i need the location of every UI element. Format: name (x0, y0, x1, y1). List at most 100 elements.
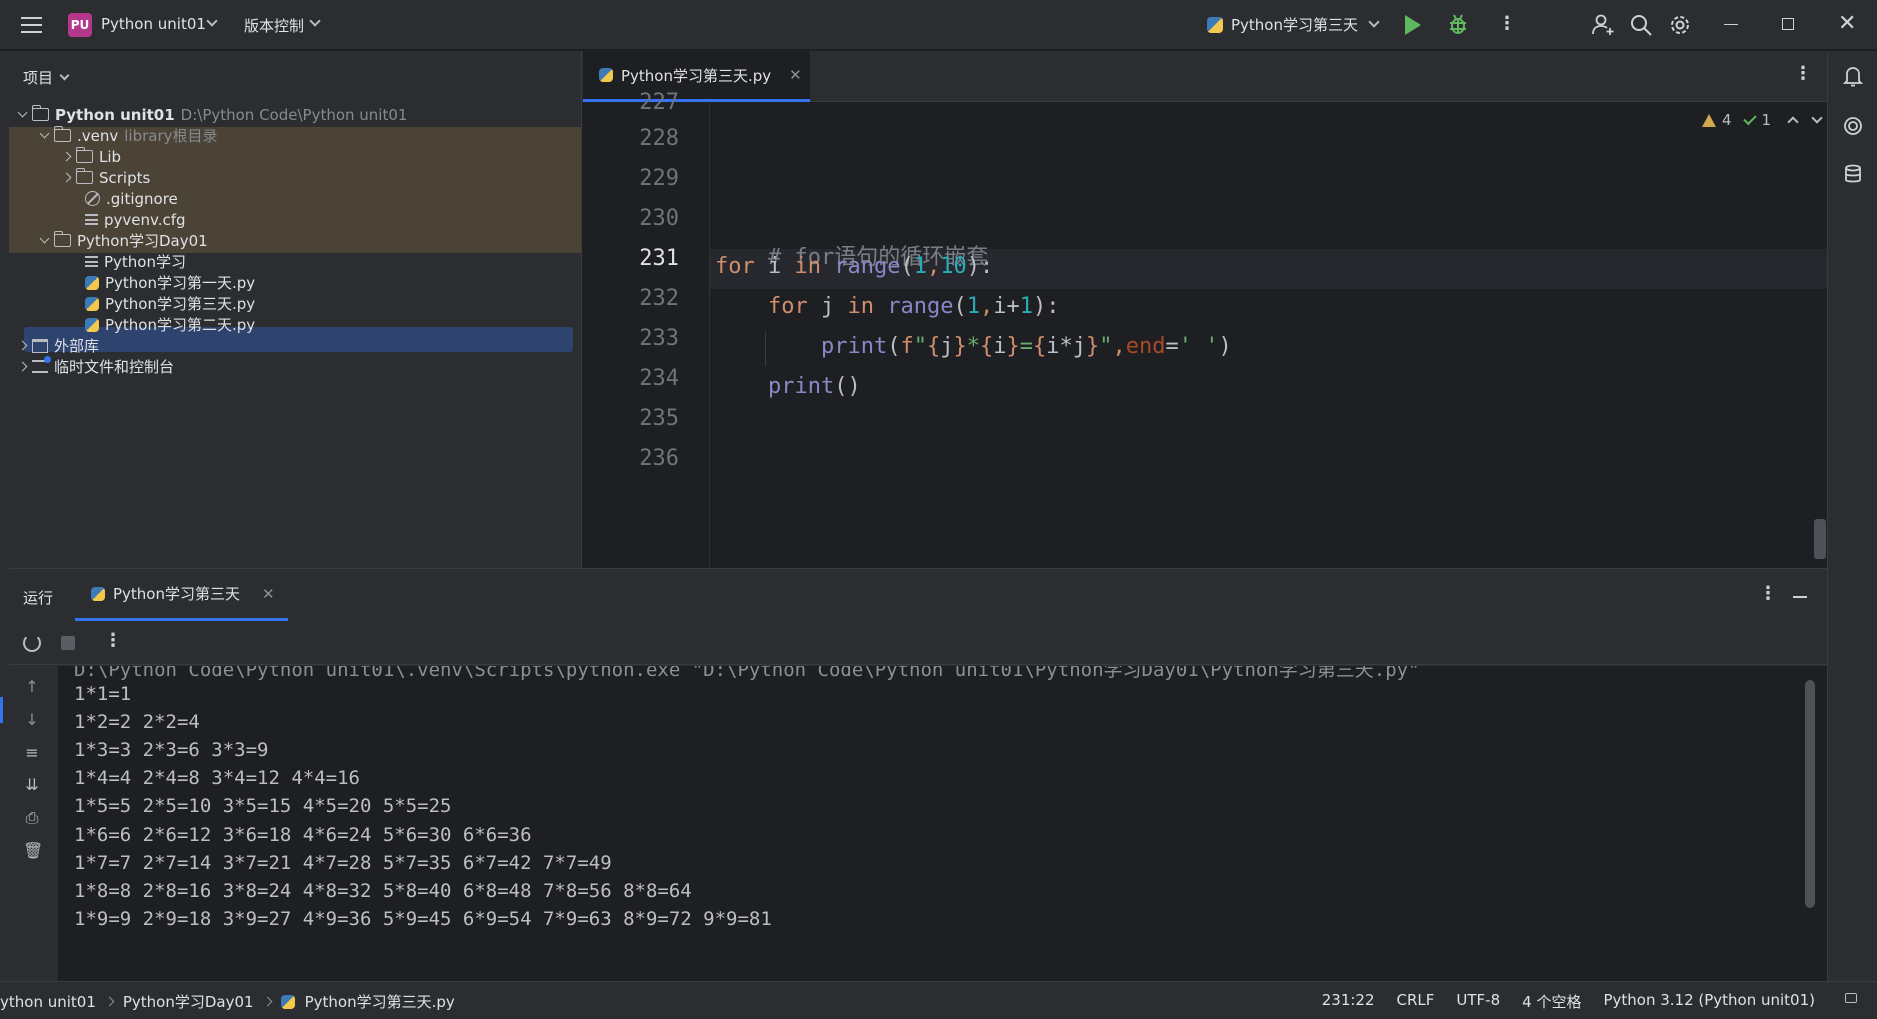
chevron-down-icon[interactable] (206, 15, 218, 27)
code-punct: ): (1032, 294, 1060, 319)
tree-item-day2-py[interactable]: Python学习第二天.py (85, 312, 255, 337)
chevron-down-icon[interactable] (309, 15, 321, 27)
gear-icon[interactable] (1668, 13, 1692, 37)
tree-item-hint: D:\Python Code\Python unit01 (180, 105, 408, 124)
rerun-icon[interactable] (23, 634, 41, 652)
run-icon[interactable] (1405, 15, 1421, 35)
python-interpreter[interactable]: Python 3.12 (Python unit01) (1603, 991, 1815, 1012)
notifications-icon[interactable] (1842, 65, 1864, 87)
line-number-gutter: 227 228 229 230 231 232 233 234 235 236 (582, 90, 710, 568)
close-window-button[interactable]: ✕ (1838, 13, 1856, 35)
arrow-up-icon[interactable]: ↑ (23, 678, 41, 696)
vcs-menu[interactable]: 版本控制 (244, 15, 304, 36)
line-number-current: 231 (639, 246, 679, 271)
project-panel-header[interactable]: 项目 (23, 67, 70, 88)
python-file-icon (280, 994, 295, 1009)
line-number: 229 (639, 166, 679, 191)
code-brace: } (1006, 334, 1020, 359)
breadcrumb: ython unit01 Python学习Day01 Python学习第三天.p… (0, 991, 455, 1012)
restore-button[interactable] (1782, 18, 1794, 30)
file-encoding[interactable]: UTF-8 (1456, 991, 1500, 1012)
code-punct: ): (966, 254, 994, 279)
breadcrumb-item[interactable]: Python学习Day01 (123, 991, 254, 1012)
code-keyword: for (715, 254, 755, 279)
tree-item-label: Python学习第二天.py (105, 316, 256, 334)
more-actions-icon[interactable]: ⋮ (104, 630, 122, 651)
stop-icon[interactable] (61, 636, 75, 650)
close-tab-icon[interactable]: ✕ (789, 66, 802, 84)
line-number: 232 (639, 286, 679, 311)
arrow-down-icon[interactable]: ↓ (23, 711, 41, 729)
chevron-down-icon (1368, 16, 1380, 28)
chevron-down-icon[interactable] (39, 128, 50, 139)
check-icon (1742, 111, 1757, 125)
code-expression: i*j (1046, 334, 1086, 359)
code-line-233[interactable]: print(f"{j}*{i}={i*j}",end=' ') (715, 334, 1232, 359)
print-icon[interactable]: ⎙ (23, 809, 41, 827)
code-fstring-prefix: f (900, 334, 914, 359)
code-line-234[interactable]: print() (715, 374, 861, 399)
tree-item-label: .gitignore (106, 189, 178, 208)
run-tab-active[interactable]: Python学习第三天 ✕ (75, 569, 288, 621)
code-editor[interactable]: Python学习第三天.py ✕ ⋮ 227 228 229 230 231 2… (581, 51, 1828, 568)
ignore-icon (85, 191, 100, 206)
project-panel-title: 项目 (23, 69, 54, 87)
debug-icon[interactable] (1448, 13, 1468, 35)
run-config-selector[interactable]: Python学习第三天 (1207, 14, 1380, 35)
trash-icon[interactable]: 🗑 (23, 842, 43, 860)
code-line-232[interactable]: for j in range(1,i+1): (715, 294, 1059, 319)
caret-position[interactable]: 231:22 (1322, 991, 1375, 1012)
add-user-icon[interactable] (1591, 13, 1615, 37)
breadcrumb-item[interactable]: ython unit01 (0, 993, 96, 1011)
code-string: * (966, 334, 980, 359)
search-icon[interactable] (1629, 13, 1653, 37)
code-param: end (1125, 334, 1166, 359)
more-actions-icon[interactable]: ⋮ (1794, 63, 1812, 84)
console-line: 1*5=5 2*5=10 3*5=15 4*5=20 5*5=25 (74, 795, 452, 817)
database-icon[interactable] (1842, 163, 1864, 185)
code-brace: { (926, 334, 941, 359)
chevron-down-icon[interactable] (17, 107, 28, 118)
project-badge[interactable]: PU (68, 13, 92, 37)
chevron-right-icon[interactable] (17, 340, 28, 351)
project-name[interactable]: Python unit01 (101, 15, 206, 33)
close-tab-icon[interactable]: ✕ (262, 585, 275, 603)
chevron-right-icon[interactable] (61, 151, 72, 162)
chevron-down-icon[interactable] (1811, 112, 1823, 124)
more-actions-icon[interactable]: ⋮ (1498, 14, 1516, 34)
chevron-up-icon[interactable] (1787, 116, 1799, 128)
chevron-right-icon[interactable] (61, 172, 72, 183)
chevron-right-icon[interactable] (17, 361, 28, 372)
editor-scrollbar[interactable] (1814, 519, 1826, 559)
line-number: 233 (639, 326, 679, 351)
hide-panel-button[interactable] (1793, 596, 1807, 598)
code-string: " (1099, 334, 1113, 359)
editor-tab-active[interactable]: Python学习第三天.py ✕ (583, 51, 810, 102)
line-number: 235 (639, 406, 679, 431)
chevron-down-icon (59, 70, 70, 81)
scroll-to-end-icon[interactable]: ⇊ (23, 776, 41, 794)
line-ending[interactable]: CRLF (1397, 991, 1435, 1012)
tree-item-scratches[interactable]: 临时文件和控制台 (17, 354, 174, 379)
chevron-down-icon[interactable] (39, 233, 50, 244)
indent-setting[interactable]: 4 个空格 (1522, 991, 1581, 1012)
lock-icon[interactable] (1845, 993, 1857, 1003)
breadcrumb-item[interactable]: Python学习第三天.py (305, 991, 455, 1012)
minimize-button[interactable] (1724, 24, 1738, 25)
code-string: = (1019, 334, 1033, 359)
console-output[interactable]: D:\Python Code\Python unit01\.venv\Scrip… (58, 666, 1827, 982)
code-line-231[interactable]: for i in range(1,10): (715, 254, 993, 279)
inspection-widget[interactable]: 4 1 (1702, 111, 1823, 129)
run-config-label: Python学习第三天 (1231, 16, 1358, 34)
main-menu-icon[interactable] (18, 13, 44, 37)
soft-wrap-icon[interactable]: ≡ (23, 744, 41, 762)
tree-item-label: .venv (77, 126, 119, 145)
console-scrollbar[interactable] (1805, 680, 1815, 908)
python-icon (91, 586, 105, 601)
more-actions-icon[interactable]: ⋮ (1759, 583, 1777, 604)
python-file-icon (599, 68, 613, 82)
code-string: ' ' (1178, 334, 1219, 359)
ai-assistant-icon[interactable] (1842, 115, 1864, 137)
chevron-right-icon (262, 996, 273, 1007)
line-number: 230 (639, 206, 679, 231)
